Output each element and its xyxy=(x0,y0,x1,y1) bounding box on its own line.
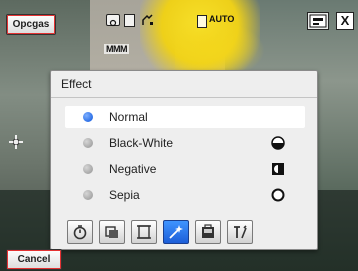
quality-indicator: MMM xyxy=(104,44,129,54)
effect-option-label: Normal xyxy=(109,110,148,124)
camera-mode-icon[interactable] xyxy=(106,14,120,27)
effect-option-label: Negative xyxy=(109,162,157,176)
settings-tool-button[interactable] xyxy=(227,220,253,244)
divider xyxy=(51,97,317,98)
save-location-tool-button[interactable] xyxy=(195,220,221,244)
frame-tool-button[interactable] xyxy=(131,220,157,244)
effect-option-label: Black-White xyxy=(109,136,174,150)
effect-tool-button[interactable] xyxy=(163,220,189,244)
effect-wand-icon xyxy=(169,225,183,239)
settings-tools-icon xyxy=(234,225,247,239)
effect-option-normal[interactable]: Normal xyxy=(65,106,305,128)
save-location-icon xyxy=(202,224,214,238)
negative-square-icon xyxy=(271,162,285,176)
radio-selected-icon xyxy=(83,112,93,122)
circle-outline-icon xyxy=(271,188,285,202)
effect-option-black-white[interactable]: Black-White xyxy=(65,132,305,154)
timer-icon xyxy=(73,225,87,240)
radio-icon xyxy=(83,190,93,200)
effect-option-negative[interactable]: Negative xyxy=(65,158,305,180)
camera-settings-toolbar xyxy=(61,219,311,245)
effect-option-sepia[interactable]: Sepia xyxy=(65,184,305,206)
photo-size-tool-button[interactable] xyxy=(99,220,125,244)
effect-menu: Effect Normal Black-White Negative Sepia xyxy=(50,70,318,250)
close-button[interactable]: X xyxy=(336,12,354,30)
timer-tool-button[interactable] xyxy=(67,220,93,244)
storage-icon[interactable] xyxy=(307,12,329,30)
radio-icon xyxy=(83,164,93,174)
flash-mode-label: AUTO xyxy=(209,14,235,24)
focus-icon xyxy=(8,134,24,150)
flash-icon[interactable] xyxy=(197,15,207,28)
effect-menu-title: Effect xyxy=(61,77,92,91)
frame-icon xyxy=(137,225,151,239)
photo-size-icon xyxy=(105,226,118,238)
half-circle-bw-icon xyxy=(271,136,285,150)
pan-icon[interactable] xyxy=(141,13,154,25)
menu-softkey[interactable]: Opcgas xyxy=(6,14,56,35)
photo-size-icon[interactable] xyxy=(124,14,135,27)
cancel-softkey[interactable]: Cancel xyxy=(6,249,62,270)
effect-option-label: Sepia xyxy=(109,188,140,202)
radio-icon xyxy=(83,138,93,148)
